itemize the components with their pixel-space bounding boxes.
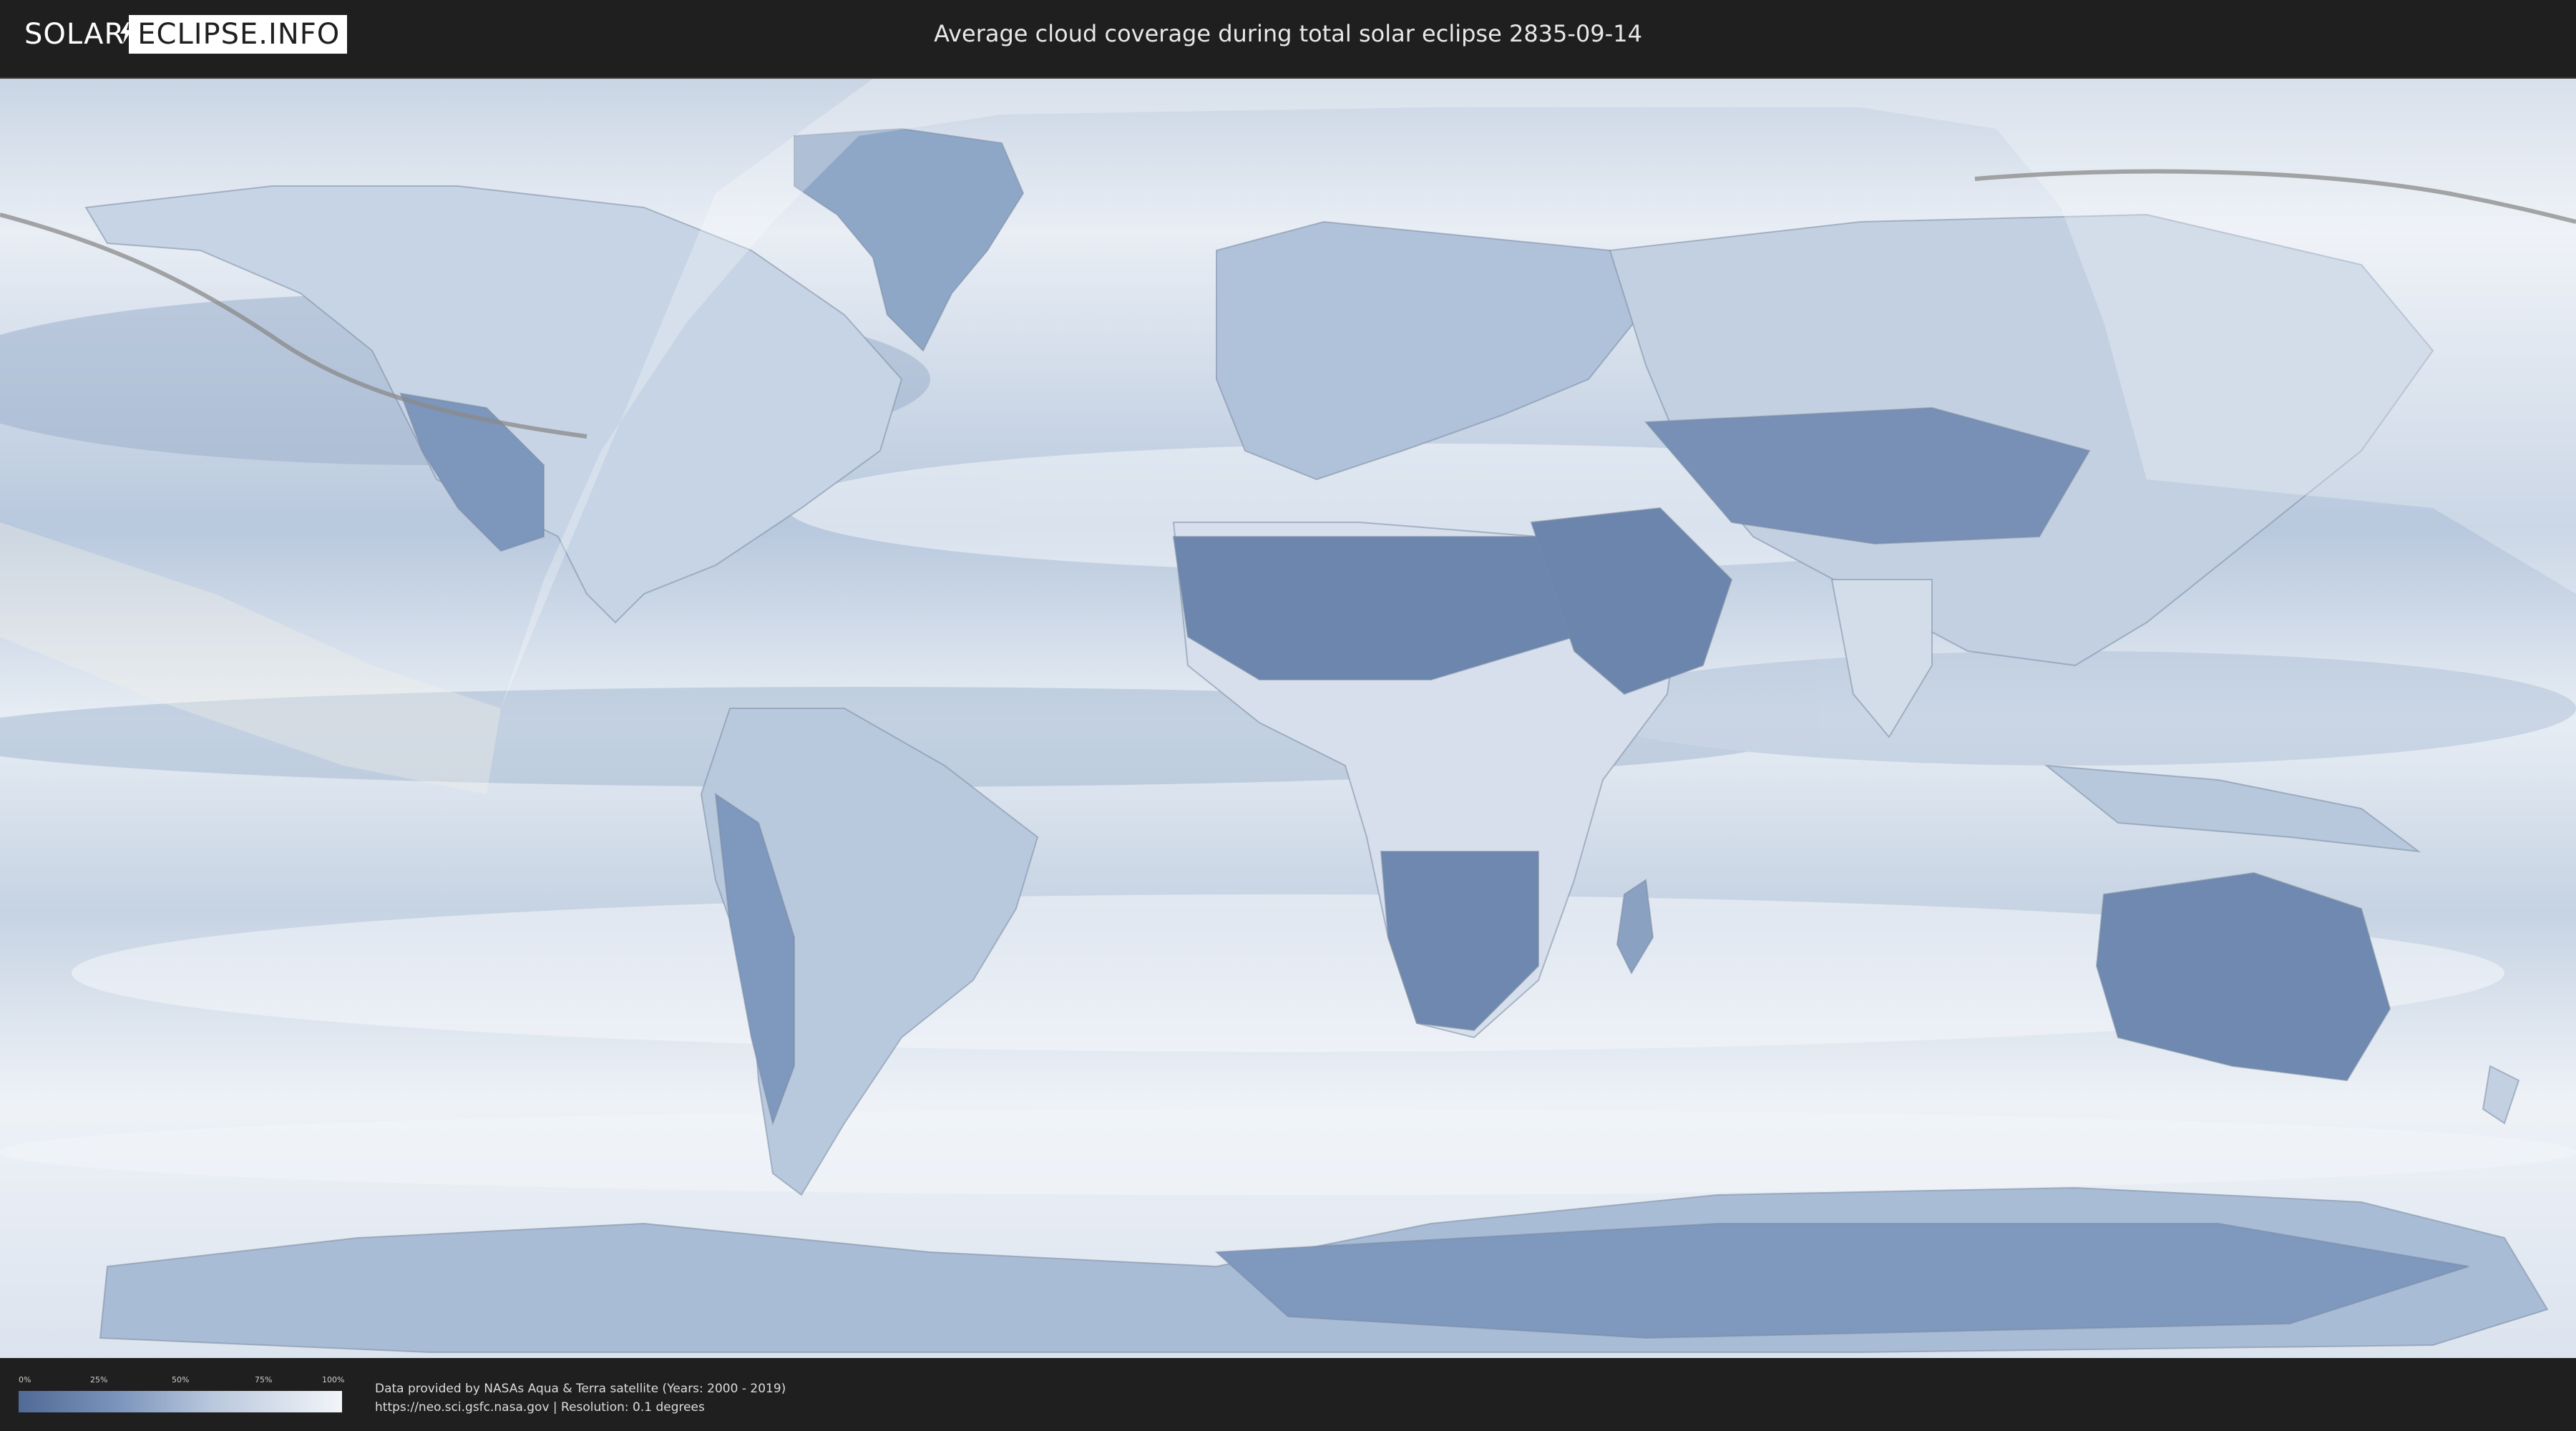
cloud-coverage-legend: 0% 25% 50% 75% 100% xyxy=(19,1375,345,1412)
legend-tick-50: 50% xyxy=(172,1375,190,1384)
footer-bar: 0% 25% 50% 75% 100% Data provided by NAS… xyxy=(0,1358,2576,1431)
page-title: Average cloud coverage during total sola… xyxy=(934,20,1642,47)
legend-tick-0: 0% xyxy=(19,1375,31,1384)
credit-line-source: Data provided by NASAs Aqua & Terra sate… xyxy=(375,1382,786,1396)
legend-color-bar xyxy=(19,1391,342,1412)
cloud-coverage-map[interactable] xyxy=(0,77,2576,1359)
antarctica-dense xyxy=(1214,1223,2469,1339)
header-bar: SOLAR ECLIPSE.INFO Average cloud coverag… xyxy=(0,0,2576,72)
legend-ticks: 0% 25% 50% 75% 100% xyxy=(19,1375,345,1385)
legend-tick-25: 25% xyxy=(90,1375,108,1384)
data-credits: Data provided by NASAs Aqua & Terra sate… xyxy=(375,1379,786,1417)
world-map-svg xyxy=(0,79,2576,1358)
legend-tick-75: 75% xyxy=(255,1375,273,1384)
credit-line-url: https://neo.sci.gsfc.nasa.gov | Resoluti… xyxy=(375,1400,705,1415)
legend-tick-100: 100% xyxy=(322,1375,345,1384)
